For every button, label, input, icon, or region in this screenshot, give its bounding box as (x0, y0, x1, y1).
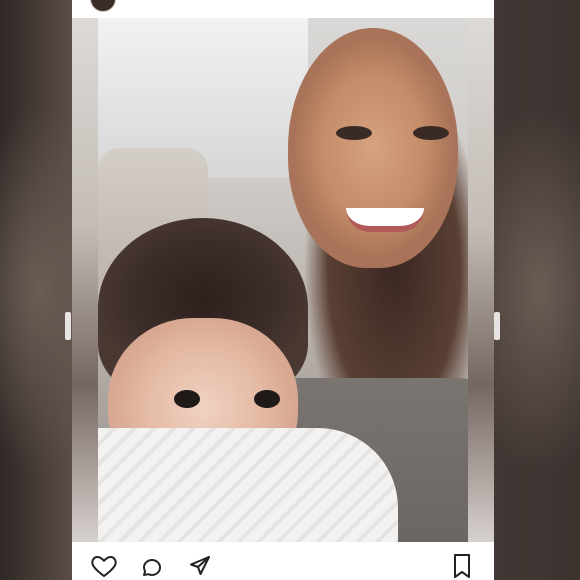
comment-icon (140, 554, 164, 578)
right-handle[interactable] (494, 312, 500, 340)
post-photo[interactable] (98, 18, 468, 542)
comment-button[interactable] (138, 552, 166, 580)
bookmark-icon (451, 553, 473, 579)
baby-bib (98, 428, 398, 542)
share-icon (188, 554, 212, 578)
share-button[interactable] (186, 552, 214, 580)
woman-eye-left (336, 126, 372, 140)
save-button[interactable] (448, 552, 476, 580)
mirror-strip-right (468, 18, 494, 542)
baby-eye-left (174, 390, 200, 408)
post-actions-left (90, 552, 214, 580)
woman-smile (346, 208, 424, 232)
like-button[interactable] (90, 552, 118, 580)
instagram-post-card (72, 0, 494, 580)
woman-face (288, 28, 458, 268)
heart-icon (91, 554, 117, 578)
post-action-bar (72, 552, 494, 580)
profile-avatar[interactable] (90, 0, 116, 12)
mirror-strip-left (72, 18, 98, 542)
woman-eye-right (413, 126, 449, 140)
baby-eye-right (254, 390, 280, 408)
left-handle[interactable] (65, 312, 71, 340)
